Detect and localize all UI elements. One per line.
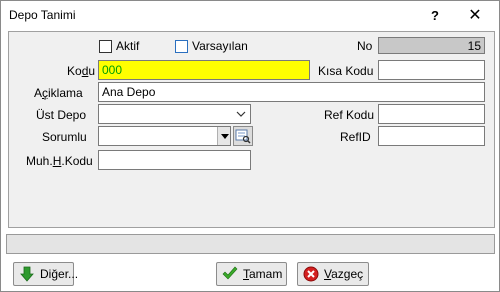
vazgec-button[interactable]: Vazgeç [297,262,369,286]
green-down-arrow-icon [20,266,34,282]
no-value: 15 [467,39,481,53]
kodu-input[interactable]: 000 [98,60,310,80]
form-panel: Aktif Varsayılan No 15 Kodu 000 Kısa Kod… [8,31,495,228]
green-check-icon [222,266,238,280]
ref-kodu-input[interactable] [378,104,485,124]
triangle-down-icon [221,134,229,139]
kisa-kodu-input[interactable] [378,60,485,80]
diger-label: Dier...ğer... [40,267,79,281]
diger-button[interactable]: Dier...ğer... [13,262,78,286]
varsayilan-checkbox[interactable] [175,40,188,53]
ust-depo-select[interactable] [98,104,251,124]
varsayilan-label: Varsayılan [192,39,248,53]
close-icon: ✕ [468,7,482,24]
vazgec-label: Vazgeç [324,267,364,281]
kisa-kodu-label: Kısa Kodu [318,64,374,78]
aciklama-value: Ana Depo [102,85,156,99]
chevron-down-icon [236,109,246,119]
aciklama-input[interactable]: Ana Depo [98,82,485,102]
status-bar [6,234,495,254]
title-bar: Depo Tanimi ? ✕ [1,1,499,31]
muh-kodu-input[interactable] [98,150,251,170]
aciklama-label: Açiklama [34,86,83,100]
close-button[interactable]: ✕ [455,1,495,31]
sorumlu-combo[interactable] [98,126,231,146]
muh-kodu-label: Muh.H.Kodu [26,154,93,168]
ust-depo-label: Üst Depo [36,108,87,122]
sorumlu-label: Sorumlu [42,130,87,144]
tamam-button[interactable]: Tamam [216,262,287,286]
red-x-icon [303,266,319,282]
aktif-label: Aktif [116,39,140,53]
kodu-label: Kodu [67,64,96,78]
depo-tanimi-dialog: Depo Tanimi ? ✕ Aktif Varsayılan No 15 K… [0,0,500,292]
refid-label: RefID [340,130,371,144]
no-field: 15 [378,37,485,54]
help-icon: ? [431,8,439,23]
aktif-checkbox[interactable] [99,40,112,53]
window-title: Depo Tanimi [9,8,76,22]
no-label: No [357,39,373,53]
sorumlu-dropdown-button[interactable] [217,127,230,145]
help-button[interactable]: ? [415,1,455,31]
refid-input[interactable] [378,126,485,146]
lookup-icon [235,129,251,144]
kodu-value: 000 [102,63,123,77]
tamam-label: Tamam [243,267,283,281]
ref-kodu-label: Ref Kodu [324,108,375,122]
sorumlu-lookup-button[interactable] [233,126,253,146]
